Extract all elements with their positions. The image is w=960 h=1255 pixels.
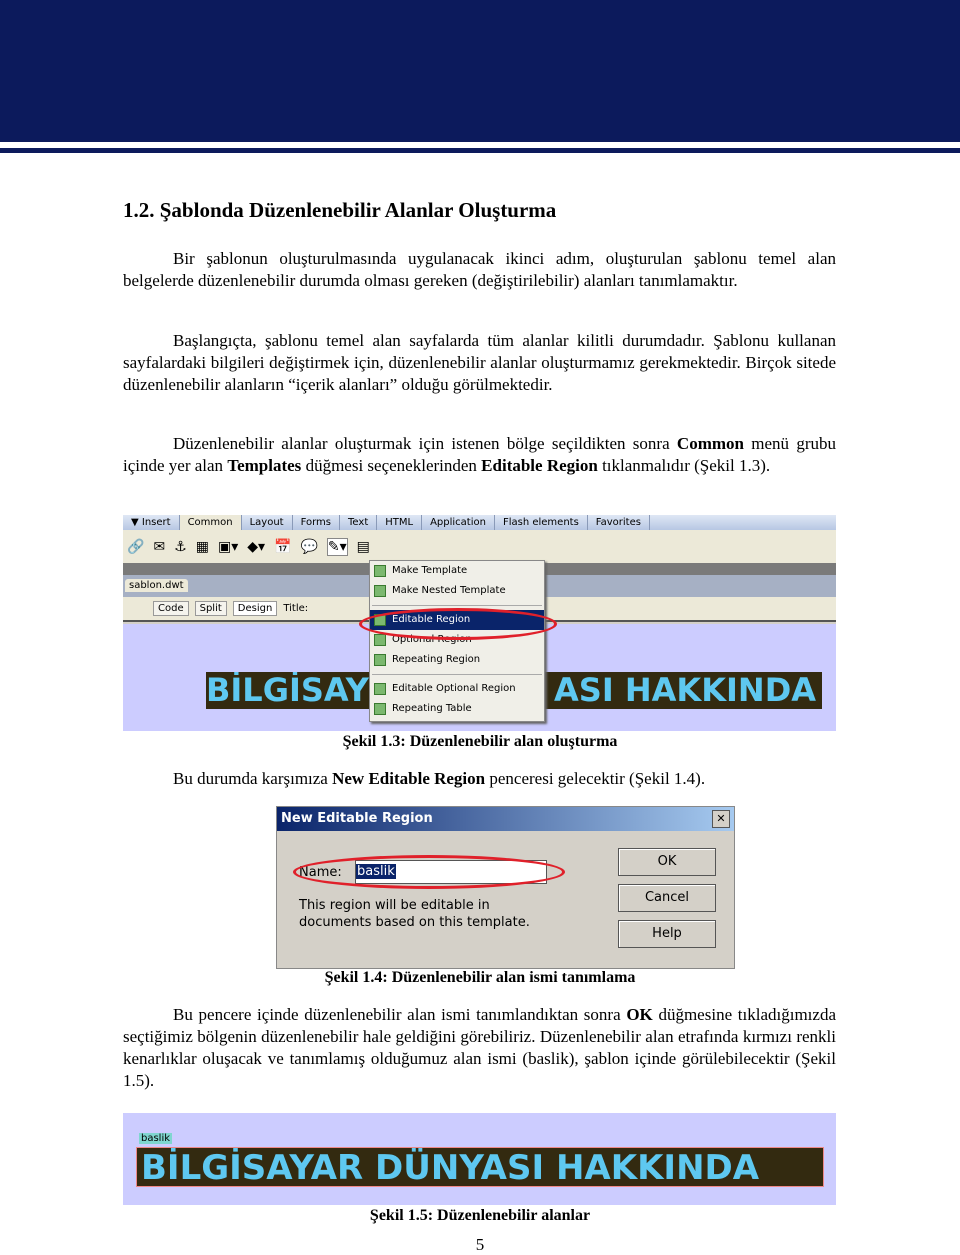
- menu-separator: [372, 674, 542, 675]
- page-number: 5: [475, 1235, 485, 1254]
- tab-flash-elements[interactable]: Flash elements: [495, 515, 588, 530]
- figure-1-3-caption: Şekil 1.3: Düzenlenebilir alan oluşturma: [342, 733, 618, 750]
- header-rule: [0, 148, 960, 153]
- region-tag: baslik: [139, 1133, 173, 1144]
- template-icon: [374, 585, 386, 597]
- templates-icon[interactable]: ✎▾: [326, 537, 348, 556]
- figure-1-3-screenshot: ▼ Insert Common Layout Forms Text HTML A…: [123, 515, 836, 731]
- dialog-title: New Editable Region: [281, 811, 433, 826]
- banner-text-right: ASI HAKKINDA: [554, 672, 817, 709]
- code-view-button[interactable]: Code: [153, 601, 189, 616]
- tab-layout[interactable]: Layout: [242, 515, 293, 530]
- tab-common[interactable]: Common: [179, 515, 242, 530]
- dialog-info-text: This region will be editable in document…: [299, 898, 530, 930]
- dialog-title-bar: New Editable Region ✕: [277, 807, 734, 831]
- highlight-oval: [293, 855, 565, 889]
- paragraph-1: Bir şablonun oluşturulmasında uygulanaca…: [123, 249, 836, 290]
- anchor-icon[interactable]: ⚓: [174, 539, 187, 555]
- text: penceresi gelecektir (Şekil 1.4).: [485, 769, 706, 788]
- templates-dropdown-menu: Make Template Make Nested Template Edita…: [369, 560, 545, 722]
- tab-favorites[interactable]: Favorites: [588, 515, 650, 530]
- media-icon[interactable]: ◆▾: [247, 539, 265, 555]
- text: tıklanmalıdır (Şekil 1.3).: [597, 456, 771, 475]
- figure-1-5-screenshot: baslik BİLGİSAYAR DÜNYASI HAKKINDA: [123, 1113, 836, 1205]
- menu-item-editable-optional-region[interactable]: Editable Optional Region: [370, 679, 544, 699]
- figure-1-4-caption: Şekil 1.4: Düzenlenebilir alan ismi tanı…: [324, 969, 636, 986]
- menu-label: Repeating Table: [392, 703, 472, 714]
- template-icon: [374, 565, 386, 577]
- table-icon: [374, 703, 386, 715]
- menu-item-repeating-region[interactable]: Repeating Region: [370, 650, 544, 670]
- text: düğmesi seçeneklerinden: [301, 456, 482, 475]
- insert-tabs: ▼ Insert Common Layout Forms Text HTML A…: [123, 515, 836, 530]
- section-heading: 1.2. Şablonda Düzenlenebilir Alanlar Olu…: [123, 198, 557, 222]
- tab-application[interactable]: Application: [422, 515, 495, 530]
- text: Bu pencere içinde düzenlenebilir alan is…: [173, 1005, 627, 1024]
- menu-label: Editable Optional Region: [392, 683, 516, 694]
- tab-html[interactable]: HTML: [377, 515, 423, 530]
- hyperlink-icon[interactable]: 🔗: [127, 539, 144, 555]
- cancel-button[interactable]: Cancel: [618, 884, 716, 912]
- text: Bu durumda karşımıza: [173, 769, 333, 788]
- title-label: Title:: [283, 603, 309, 614]
- banner-text-left: BİLGİSAY: [206, 672, 369, 709]
- term-new-editable-region: New Editable Region: [332, 769, 486, 788]
- paragraph-5: Bu pencere içinde düzenlenebilir alan is…: [123, 1004, 836, 1092]
- menu-label: Make Nested Template: [392, 585, 506, 596]
- menu-item-repeating-table[interactable]: Repeating Table: [370, 699, 544, 719]
- split-view-button[interactable]: Split: [194, 601, 227, 616]
- figure-1-5-caption: Şekil 1.5: Düzenlenebilir alanlar: [369, 1207, 591, 1224]
- comment-icon[interactable]: 💬: [300, 539, 317, 555]
- tab-text[interactable]: Text: [340, 515, 378, 530]
- image-icon[interactable]: ▣▾: [218, 539, 238, 555]
- paragraph-4: Bu durumda karşımıza New Editable Region…: [123, 768, 836, 790]
- email-icon[interactable]: ✉: [153, 539, 165, 555]
- paragraph-2: Başlangıçta, şablonu temel alan sayfalar…: [123, 331, 836, 394]
- tag-chooser-icon[interactable]: ▤: [357, 539, 370, 555]
- term-common: Common: [676, 434, 744, 453]
- new-editable-region-dialog: New Editable Region ✕ Name: baslik This …: [276, 806, 735, 969]
- insert-toolbar: 🔗 ✉ ⚓ ▦ ▣▾ ◆▾ 📅 💬 ✎▾ ▤: [123, 530, 836, 563]
- menu-item-make-template[interactable]: Make Template: [370, 561, 544, 581]
- term-editable-region: Editable Region: [481, 456, 598, 475]
- tab-insert[interactable]: ▼ Insert: [123, 515, 180, 530]
- menu-label: Repeating Region: [392, 654, 481, 665]
- term-ok: OK: [626, 1005, 653, 1024]
- ok-button[interactable]: OK: [618, 848, 716, 876]
- if-icon: [374, 634, 386, 646]
- text: Düzenlenebilir alanlar oluşturmak için i…: [173, 434, 677, 453]
- menu-item-make-nested-template[interactable]: Make Nested Template: [370, 581, 544, 601]
- page-header-band: [0, 0, 960, 142]
- term-templates: Templates: [227, 456, 302, 475]
- heading-banner: BİLGİSAYAR DÜNYASI HAKKINDA: [136, 1147, 824, 1187]
- repeat-icon: [374, 654, 386, 666]
- pencil-icon: [374, 683, 386, 695]
- document-tab[interactable]: sablon.dwt: [125, 579, 188, 592]
- close-button[interactable]: ✕: [712, 810, 730, 828]
- design-view-button[interactable]: Design: [232, 601, 278, 616]
- highlight-oval: [359, 608, 557, 640]
- menu-separator: [372, 605, 542, 606]
- help-button[interactable]: Help: [618, 920, 716, 948]
- tab-forms[interactable]: Forms: [293, 515, 341, 530]
- paragraph-3: Düzenlenebilir alanlar oluşturmak için i…: [123, 433, 836, 477]
- menu-label: Make Template: [392, 565, 468, 576]
- date-icon[interactable]: 📅: [274, 539, 291, 555]
- table-icon[interactable]: ▦: [196, 539, 209, 555]
